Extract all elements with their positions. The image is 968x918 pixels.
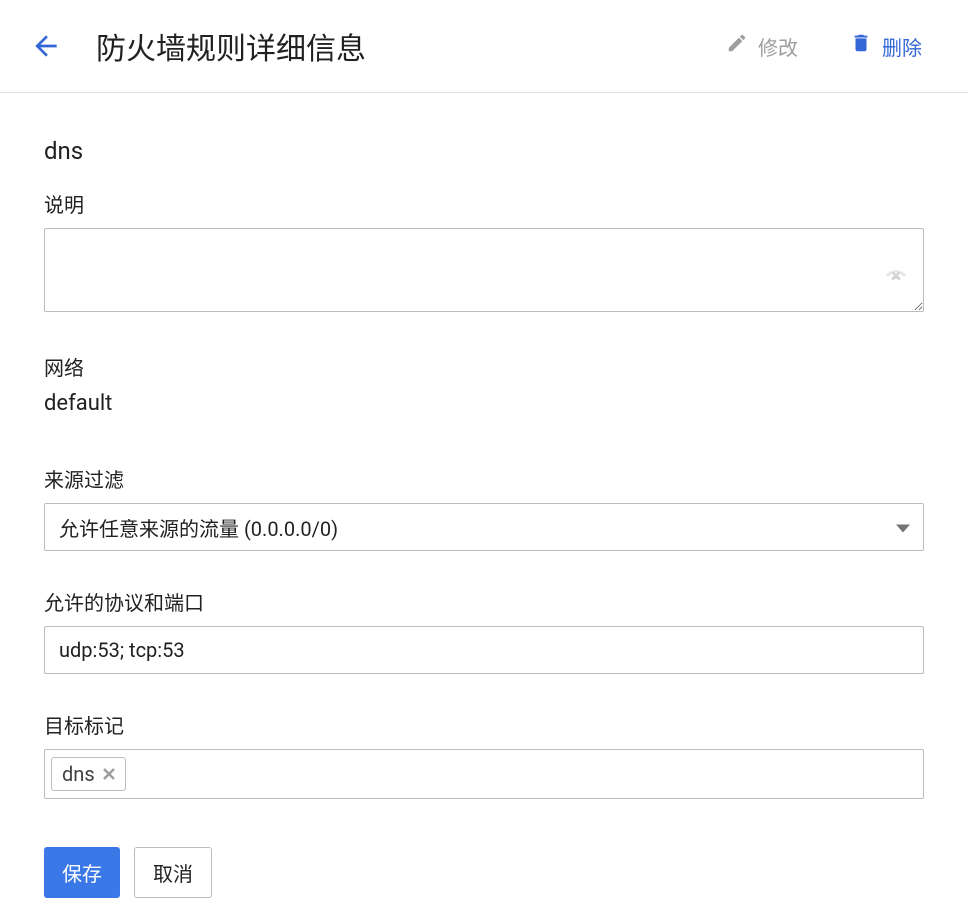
source-filter-value: 允许任意来源的流量 (0.0.0.0/0) (59, 513, 338, 542)
back-arrow-icon[interactable] (30, 30, 62, 62)
trash-icon (850, 32, 872, 60)
rule-name: dns (44, 137, 924, 165)
delete-button[interactable]: 删除 (844, 28, 928, 65)
content-area: dns 说明 网络 default 来源过滤 允许任意来源的流量 (0.0.0.… (0, 93, 968, 918)
delete-label: 删除 (882, 32, 922, 61)
page-header: 防火墙规则详细信息 修改 删除 (0, 0, 968, 93)
tag-chip: dns (51, 757, 126, 791)
target-tags-input[interactable]: dns (44, 749, 924, 799)
save-button[interactable]: 保存 (44, 847, 120, 898)
description-textarea[interactable] (44, 228, 924, 312)
edit-label: 修改 (758, 32, 798, 61)
description-label: 说明 (44, 189, 924, 218)
protocols-input[interactable] (44, 626, 924, 674)
footer-buttons: 保存 取消 (44, 847, 924, 898)
cancel-button[interactable]: 取消 (134, 847, 212, 898)
tag-label: dns (62, 762, 95, 786)
source-filter-select[interactable]: 允许任意来源的流量 (0.0.0.0/0) (44, 503, 924, 551)
network-label: 网络 (44, 352, 924, 381)
pencil-icon (726, 32, 748, 60)
page-title: 防火墙规则详细信息 (96, 24, 720, 68)
source-filter-label: 来源过滤 (44, 464, 924, 493)
network-value: default (44, 391, 924, 416)
protocols-label: 允许的协议和端口 (44, 587, 924, 616)
header-actions: 修改 删除 (720, 28, 928, 65)
edit-button[interactable]: 修改 (720, 28, 804, 65)
tag-remove-icon[interactable] (101, 766, 117, 782)
target-tags-label: 目标标记 (44, 710, 924, 739)
